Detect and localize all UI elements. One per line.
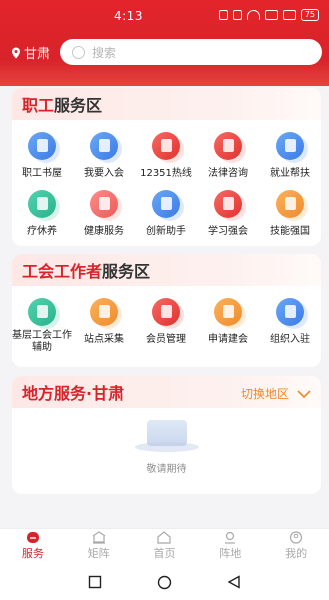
home-button-icon[interactable] bbox=[157, 575, 172, 590]
tab-home[interactable]: 首页 bbox=[132, 529, 198, 564]
study-icon bbox=[214, 190, 242, 218]
empty-text: 敬请期待 bbox=[146, 464, 187, 475]
empty-illustration-icon bbox=[134, 420, 199, 452]
grid-item-innovation-assistant[interactable]: 创新助手 bbox=[136, 190, 196, 237]
tab-matrix[interactable]: 矩阵 bbox=[66, 529, 132, 564]
grid-item-org-settle[interactable]: 组织入驻 bbox=[260, 298, 320, 345]
chevron-down-icon bbox=[297, 389, 311, 398]
tab-position[interactable]: 阵地 bbox=[197, 529, 263, 564]
grid-item-apply-union[interactable]: 申请建会 bbox=[198, 298, 258, 345]
section-title: 职工 服务区 bbox=[12, 88, 321, 120]
grid-item-label: 会员管理 bbox=[146, 334, 186, 345]
location-label: 甘肃 bbox=[24, 47, 51, 62]
tab-label: 阵地 bbox=[219, 547, 242, 560]
union-workers-card: 工会工作者 服务区 基层工会工作辅助 站点采集 会员管理 申请建会 组织入驻 bbox=[12, 254, 321, 367]
section-title-dark: 服务区 bbox=[102, 262, 151, 281]
empty-state: 敬请期待 bbox=[12, 420, 321, 475]
search-input[interactable]: 搜索 bbox=[60, 39, 322, 65]
battery-indicator: 75 bbox=[300, 9, 319, 21]
tab-label: 矩阵 bbox=[87, 547, 110, 560]
search-placeholder: 搜索 bbox=[92, 45, 117, 60]
grid-item-label: 我要入会 bbox=[84, 168, 124, 179]
service-icon bbox=[26, 532, 39, 543]
bottom-tab-bar: 服务 矩阵 首页 阵地 我的 bbox=[0, 528, 329, 564]
switch-region-button[interactable]: 切换地区 bbox=[241, 385, 311, 402]
section-title-red: 职工 bbox=[22, 96, 55, 115]
signal-icon bbox=[264, 10, 278, 20]
grid-item-workers-library[interactable]: 职工书屋 bbox=[12, 132, 72, 179]
tab-label: 首页 bbox=[153, 547, 176, 560]
tab-label: 服务 bbox=[21, 547, 44, 560]
position-icon bbox=[225, 531, 236, 544]
status-bar: 4:13 75 bbox=[0, 0, 329, 32]
tab-service[interactable]: 服务 bbox=[0, 529, 66, 564]
grid-item-label: 就业帮扶 bbox=[270, 168, 310, 179]
grid-item-hotline[interactable]: 12351热线 bbox=[136, 132, 196, 179]
local-service-card: 地方服务·甘肃 切换地区 敬请期待 bbox=[12, 376, 321, 494]
grid-item-label: 学习强会 bbox=[208, 226, 248, 237]
home-icon bbox=[157, 531, 172, 544]
grid-item-grassroots[interactable]: 基层工会工作辅助 bbox=[12, 298, 72, 354]
matrix-icon bbox=[92, 531, 106, 544]
grid-item-label: 创新助手 bbox=[146, 226, 186, 237]
recent-apps-icon[interactable] bbox=[88, 575, 102, 589]
tab-label: 我的 bbox=[285, 547, 308, 560]
alarm-icon bbox=[218, 10, 228, 20]
grid-item-health-service[interactable]: 健康服务 bbox=[74, 190, 134, 237]
join-icon bbox=[90, 132, 118, 160]
vibrate-icon bbox=[232, 10, 242, 20]
apply-icon bbox=[214, 298, 242, 326]
health-icon bbox=[90, 190, 118, 218]
station-icon bbox=[90, 298, 118, 326]
grassroots-icon bbox=[28, 298, 56, 326]
grid-item-label: 基层工会工作辅助 bbox=[12, 330, 72, 353]
skill-icon bbox=[276, 190, 304, 218]
section-title-dark: 服务区 bbox=[54, 96, 103, 115]
grid-item-label: 12351热线 bbox=[140, 168, 192, 179]
job-icon bbox=[276, 132, 304, 160]
app-header: 4:13 75 甘肃 搜索 bbox=[0, 0, 329, 86]
phone-icon bbox=[152, 132, 180, 160]
law-icon bbox=[214, 132, 242, 160]
grid-item-legal-consult[interactable]: 法律咨询 bbox=[198, 132, 258, 179]
grid-item-label: 站点采集 bbox=[84, 334, 124, 345]
location-pin-icon bbox=[12, 47, 20, 58]
status-time: 4:13 bbox=[114, 9, 143, 23]
grid-item-label: 健康服务 bbox=[84, 226, 124, 237]
status-icons: 75 bbox=[218, 9, 319, 21]
palm-tree-icon bbox=[28, 190, 56, 218]
member-icon bbox=[152, 298, 180, 326]
grid-item-study[interactable]: 学习强会 bbox=[198, 190, 258, 237]
section-title-red: 工会工作者 bbox=[22, 262, 103, 281]
grid-item-label: 组织入驻 bbox=[270, 334, 310, 345]
grid-item-label: 申请建会 bbox=[208, 334, 248, 345]
system-nav-bar bbox=[0, 564, 329, 600]
switch-region-label: 切换地区 bbox=[240, 387, 289, 401]
org-icon bbox=[276, 298, 304, 326]
wifi-icon bbox=[246, 10, 260, 20]
back-icon[interactable] bbox=[227, 575, 241, 589]
grid-item-join-union[interactable]: 我要入会 bbox=[74, 132, 134, 179]
grid-item-label: 职工书屋 bbox=[22, 168, 62, 179]
search-icon bbox=[72, 45, 85, 59]
grid-item-label: 疗休养 bbox=[27, 226, 57, 237]
grid-item-label: 法律咨询 bbox=[208, 168, 248, 179]
grid-item-employment-aid[interactable]: 就业帮扶 bbox=[260, 132, 320, 179]
grid-item-label: 技能强国 bbox=[270, 226, 310, 237]
book-icon bbox=[28, 132, 56, 160]
profile-icon bbox=[289, 531, 303, 544]
grid-item-station-collect[interactable]: 站点采集 bbox=[74, 298, 134, 345]
workers-service-card: 职工 服务区 职工书屋 我要入会 12351热线 法律咨询 就业帮扶 疗休养 健… bbox=[12, 88, 321, 246]
signal-2-icon bbox=[282, 10, 296, 20]
innovation-icon bbox=[152, 190, 180, 218]
grid-item-skills[interactable]: 技能强国 bbox=[260, 190, 320, 237]
grid-item-recuperation[interactable]: 疗休养 bbox=[12, 190, 72, 237]
section-title: 工会工作者 服务区 bbox=[12, 254, 321, 286]
tab-profile[interactable]: 我的 bbox=[263, 529, 329, 564]
grid-item-member-management[interactable]: 会员管理 bbox=[136, 298, 196, 345]
location-selector[interactable]: 甘肃 bbox=[11, 43, 50, 62]
section-title-red: 地方服务·甘肃 bbox=[22, 384, 125, 403]
